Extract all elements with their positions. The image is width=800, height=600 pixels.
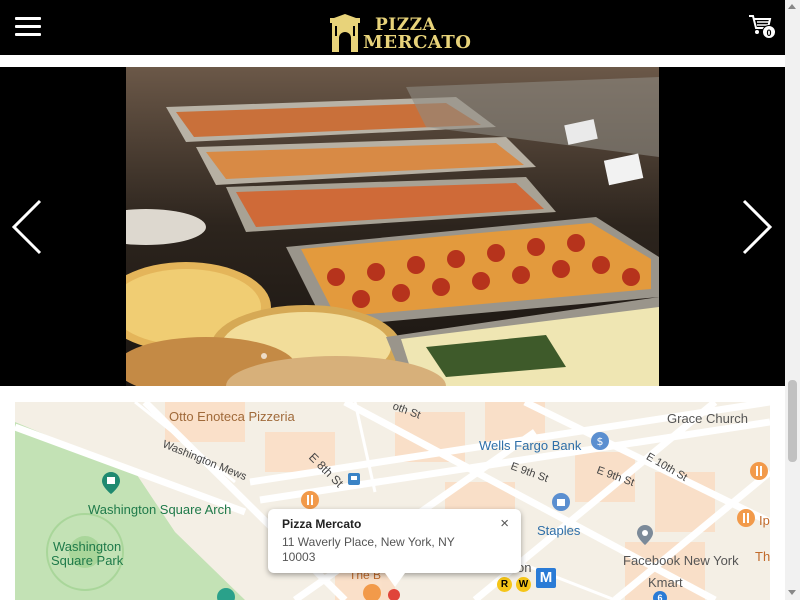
selected-location-marker-icon bbox=[388, 589, 400, 600]
info-window-close-icon[interactable]: × bbox=[500, 515, 509, 532]
brand-logo[interactable]: PIZZA MERCATO bbox=[330, 14, 471, 54]
chevron-left-icon bbox=[11, 199, 42, 255]
map-label-wells: Wells Fargo Bank bbox=[479, 438, 582, 453]
info-window-pointer bbox=[385, 573, 405, 587]
map-label-arch: Washington Square Arch bbox=[88, 502, 232, 517]
svg-text:$: $ bbox=[597, 435, 604, 448]
map-label-ip-stub: Ip bbox=[759, 513, 770, 528]
subway-6-badge: 6 bbox=[653, 591, 667, 600]
restaurant-pin-icon-3 bbox=[737, 509, 755, 527]
map-label-staples: Staples bbox=[537, 523, 581, 538]
subway-r-badge: R bbox=[497, 577, 512, 592]
info-window-title: Pizza Mercato bbox=[282, 517, 362, 531]
map-label-park-2: Square Park bbox=[51, 553, 124, 568]
restaurant-pin-icon-2 bbox=[750, 462, 768, 480]
scroll-up-arrow-icon[interactable] bbox=[788, 4, 796, 9]
shopping-pin-icon bbox=[552, 493, 570, 511]
transit-stop-icon bbox=[348, 473, 360, 485]
chevron-right-icon bbox=[742, 199, 773, 255]
subway-m-badge: M bbox=[536, 568, 556, 588]
page-scrollbar[interactable] bbox=[785, 0, 800, 600]
location-pin-icon bbox=[637, 525, 653, 545]
image-slider bbox=[0, 67, 785, 386]
brand-name: PIZZA MERCATO bbox=[363, 17, 472, 52]
scrollbar-thumb[interactable] bbox=[788, 380, 797, 462]
attraction-pin-icon bbox=[217, 588, 235, 600]
map-label-otto: Otto Enoteca Pizzeria bbox=[169, 409, 295, 424]
brand-line2: MERCATO bbox=[363, 32, 472, 53]
pizza-display-photo bbox=[126, 67, 659, 386]
map-label-grace: Grace Church bbox=[667, 411, 748, 426]
info-window-address-line2: 10003 bbox=[282, 550, 316, 564]
scroll-down-arrow-icon[interactable] bbox=[788, 590, 796, 595]
map-label-park-1: Washington bbox=[53, 539, 122, 554]
subway-w-badge: W bbox=[516, 577, 531, 592]
location-map[interactable]: $ R W M 6 Otto Enoteca Pizzeria Washingt… bbox=[15, 402, 770, 600]
site-header: PIZZA MERCATO 0 bbox=[0, 0, 785, 55]
restaurant-pin-icon-4 bbox=[363, 584, 381, 600]
slider-prev-button[interactable] bbox=[8, 197, 48, 257]
arch-logo-icon bbox=[330, 14, 360, 52]
bank-pin-icon: $ bbox=[591, 432, 609, 450]
page: PIZZA MERCATO 0 $ R W M 6 Otto Enoteca P… bbox=[0, 0, 800, 600]
landmark-pin-icon bbox=[102, 472, 120, 494]
map-label-th-stub: Th bbox=[755, 549, 770, 564]
map-label-kmart: Kmart bbox=[648, 575, 683, 590]
hamburger-menu-icon[interactable] bbox=[15, 17, 41, 37]
cart-button[interactable]: 0 bbox=[748, 14, 778, 42]
info-window-address-line1: 11 Waverly Place, New York, NY bbox=[282, 535, 455, 549]
restaurant-pin-icon bbox=[301, 491, 319, 509]
map-info-window: Pizza Mercato 11 Waverly Place, New York… bbox=[268, 509, 521, 587]
slider-next-button[interactable] bbox=[738, 197, 778, 257]
map-label-facebook: Facebook New York bbox=[623, 553, 739, 568]
cart-count-badge: 0 bbox=[762, 25, 776, 39]
